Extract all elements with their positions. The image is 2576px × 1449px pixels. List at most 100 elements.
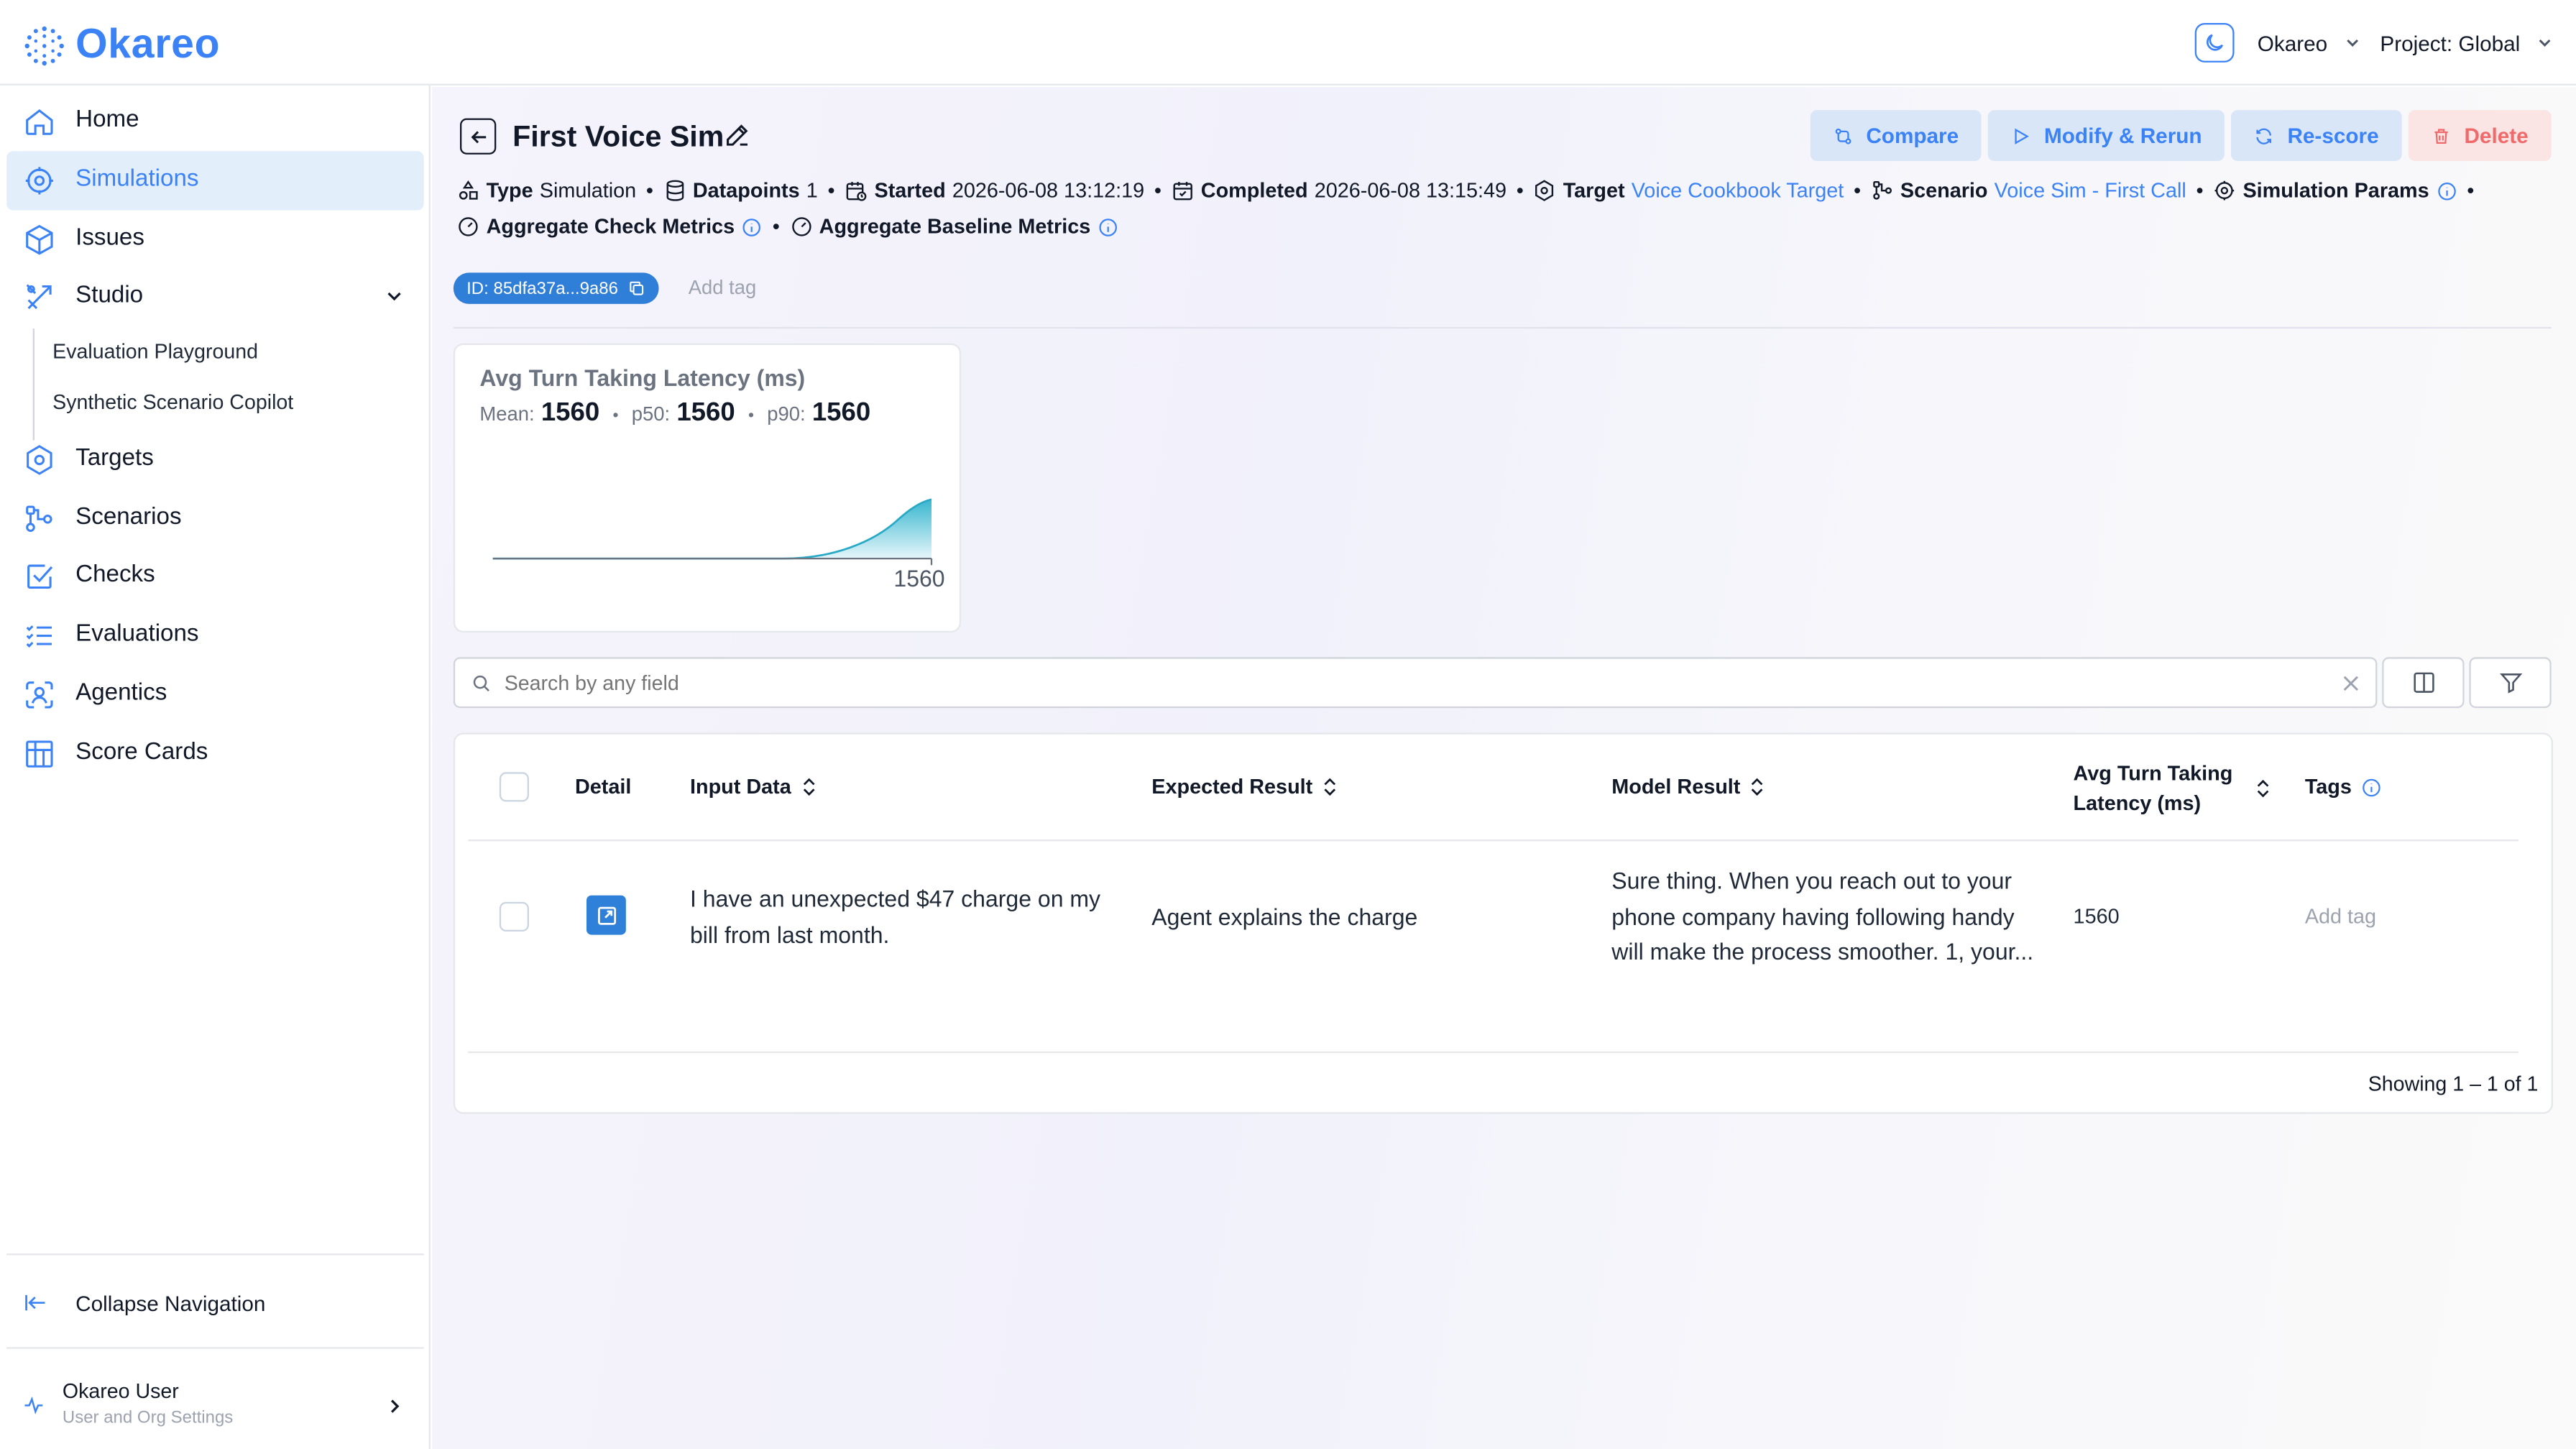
sidebar-item-score-cards[interactable]: Score Cards bbox=[6, 724, 424, 783]
column-header-tags: Tags bbox=[2305, 776, 2383, 799]
filter-icon bbox=[2498, 673, 2522, 694]
info-icon[interactable] bbox=[2436, 180, 2457, 201]
header-divider bbox=[453, 326, 2552, 329]
collapse-navigation-button[interactable]: Collapse Navigation bbox=[23, 1289, 265, 1316]
sidebar-item-evaluations[interactable]: Evaluations bbox=[6, 606, 424, 665]
play-icon bbox=[2015, 127, 2030, 144]
cell-text-line: will make the process smoother. 1, your.… bbox=[1611, 938, 2034, 965]
meta-sim-params[interactable]: Simulation Params bbox=[2213, 179, 2457, 202]
back-button[interactable] bbox=[459, 118, 497, 155]
cell-model-result: Sure thing. When you reach out to your p… bbox=[1611, 864, 2055, 970]
delete-button[interactable]: Delete bbox=[2408, 110, 2552, 161]
meta-datapoints-value: 1 bbox=[806, 179, 818, 203]
sidebar-item-home[interactable]: Home bbox=[6, 92, 424, 151]
meta-agg-baseline[interactable]: Aggregate Baseline Metrics bbox=[790, 215, 1119, 238]
home-icon bbox=[26, 109, 53, 135]
sidebar-item-label: Issues bbox=[75, 225, 144, 252]
calendar-clock-icon bbox=[847, 182, 867, 201]
compare-icon bbox=[1835, 127, 1852, 144]
scenarios-icon bbox=[1872, 180, 1892, 200]
studio-icon bbox=[26, 284, 52, 310]
meta-target: Target Voice Cookbook Target bbox=[1534, 179, 1844, 202]
meta-row-1: Type Simulation • Datapoints 1 • Started… bbox=[456, 179, 2484, 202]
info-icon[interactable] bbox=[741, 216, 763, 238]
sidebar-subitem-evaluation-playground[interactable]: Evaluation Playground bbox=[52, 340, 258, 363]
filter-button[interactable] bbox=[2469, 657, 2552, 709]
column-header-latency[interactable]: Avg Turn Taking Latency (ms) bbox=[2074, 760, 2271, 818]
copy-icon[interactable] bbox=[628, 280, 646, 298]
sort-icon bbox=[2257, 779, 2269, 798]
main-content: First Voice Sim Compare Modify & Rerun R… bbox=[432, 87, 2576, 1449]
page-actions: Compare Modify & Rerun Re-score Delete bbox=[1810, 110, 2552, 161]
settings-icon bbox=[2215, 180, 2235, 201]
meta-datapoints: Datapoints 1 bbox=[663, 179, 818, 202]
chevron-down-icon bbox=[2346, 39, 2358, 47]
sidebar-subitem-synthetic-scenario-copilot[interactable]: Synthetic Scenario Copilot bbox=[52, 391, 293, 414]
search-input[interactable] bbox=[504, 666, 2312, 700]
sort-icon bbox=[802, 778, 814, 796]
column-header-model-result[interactable]: Model Result bbox=[1611, 776, 1765, 799]
meta-started: Started 2026-06-08 13:12:19 bbox=[845, 179, 1144, 202]
theme-toggle-button[interactable] bbox=[2194, 22, 2235, 63]
sidebar-item-checks[interactable]: Checks bbox=[6, 547, 424, 606]
cell-latency: 1560 bbox=[2073, 905, 2120, 929]
modify-rerun-button[interactable]: Modify & Rerun bbox=[1988, 110, 2225, 161]
page-title: First Voice Sim bbox=[512, 119, 724, 153]
sidebar-item-issues[interactable]: Issues bbox=[6, 211, 424, 270]
project-selector[interactable]: Project: Global bbox=[2380, 30, 2553, 55]
columns-toggle-button[interactable] bbox=[2382, 657, 2465, 709]
app-root: Okareo Okareo Project: Global Home Simul… bbox=[0, 0, 2576, 1449]
compare-button[interactable]: Compare bbox=[1810, 110, 1982, 161]
metric-card-stats: Mean: 1560 • p50: 1560 • p90: 1560 bbox=[479, 399, 870, 428]
add-tag-button[interactable]: Add tag bbox=[689, 276, 757, 299]
brand-logo[interactable]: Okareo bbox=[23, 22, 220, 69]
meta-row-2: Aggregate Check Metrics • Aggregate Base… bbox=[456, 215, 1118, 238]
meta-completed: Completed 2026-06-08 13:15:49 bbox=[1172, 179, 1506, 202]
cell-add-tag[interactable]: Add tag bbox=[2305, 901, 2376, 936]
row-detail-button[interactable] bbox=[586, 895, 626, 935]
sidebar-item-label: Targets bbox=[75, 445, 154, 472]
stat-separator: • bbox=[612, 407, 619, 426]
meta-type-label: Type bbox=[486, 179, 533, 203]
sort-icon bbox=[1752, 778, 1764, 796]
info-icon[interactable] bbox=[2362, 776, 2383, 798]
meta-scenario-link[interactable]: Voice Sim - First Call bbox=[1995, 179, 2186, 202]
info-icon[interactable] bbox=[1097, 216, 1118, 238]
meta-agg-check[interactable]: Aggregate Check Metrics bbox=[456, 215, 763, 238]
sidebar-item-simulations[interactable]: Simulations bbox=[6, 151, 424, 211]
sidebar-item-studio[interactable]: Studio bbox=[6, 268, 424, 327]
meta-started-value: 2026-06-08 13:12:19 bbox=[952, 179, 1145, 203]
user-name: Okareo User bbox=[62, 1379, 179, 1403]
sidebar-item-scenarios[interactable]: Scenarios bbox=[6, 489, 424, 548]
sidebar-item-label: Score Cards bbox=[75, 739, 208, 766]
select-all-checkbox[interactable] bbox=[499, 772, 529, 802]
cell-expected-result: Agent explains the charge bbox=[1151, 903, 1418, 930]
meta-target-label: Target bbox=[1563, 179, 1625, 203]
cell-input-data: I have an unexpected $47 charge on my bi… bbox=[690, 882, 1133, 952]
sidebar-item-targets[interactable]: Targets bbox=[6, 431, 424, 489]
user-subtitle: User and Org Settings bbox=[62, 1407, 234, 1428]
hexagon-icon bbox=[27, 445, 52, 475]
org-selector[interactable]: Okareo bbox=[2258, 30, 2360, 55]
edit-pencil-icon[interactable] bbox=[723, 120, 753, 150]
meta-target-link[interactable]: Voice Cookbook Target bbox=[1632, 179, 1844, 202]
clear-icon[interactable] bbox=[2342, 675, 2359, 691]
row-checkbox[interactable] bbox=[499, 901, 529, 932]
sidebar-item-label: Studio bbox=[75, 282, 144, 309]
meta-completed-value: 2026-06-08 13:15:49 bbox=[1314, 179, 1507, 203]
list-check-icon bbox=[26, 625, 52, 648]
column-header-expected-result[interactable]: Expected Result bbox=[1151, 776, 1337, 799]
p90-label: p90: bbox=[767, 402, 806, 426]
activity-icon bbox=[24, 1397, 43, 1414]
meta-separator: • bbox=[1853, 179, 1862, 203]
cube-icon bbox=[26, 224, 53, 255]
search-bar[interactable] bbox=[453, 657, 2378, 709]
rescore-button[interactable]: Re-score bbox=[2231, 110, 2402, 161]
id-tag[interactable]: ID: 85dfa37a...9a86 bbox=[453, 272, 660, 304]
trash-icon bbox=[2434, 128, 2448, 143]
column-header-input-data[interactable]: Input Data bbox=[690, 776, 816, 799]
delete-label: Delete bbox=[2464, 123, 2529, 148]
sidebar-item-agentics[interactable]: Agentics bbox=[6, 666, 424, 724]
cell-text-line: bill from last month. bbox=[689, 921, 890, 947]
meta-type: Type Simulation bbox=[456, 179, 636, 202]
